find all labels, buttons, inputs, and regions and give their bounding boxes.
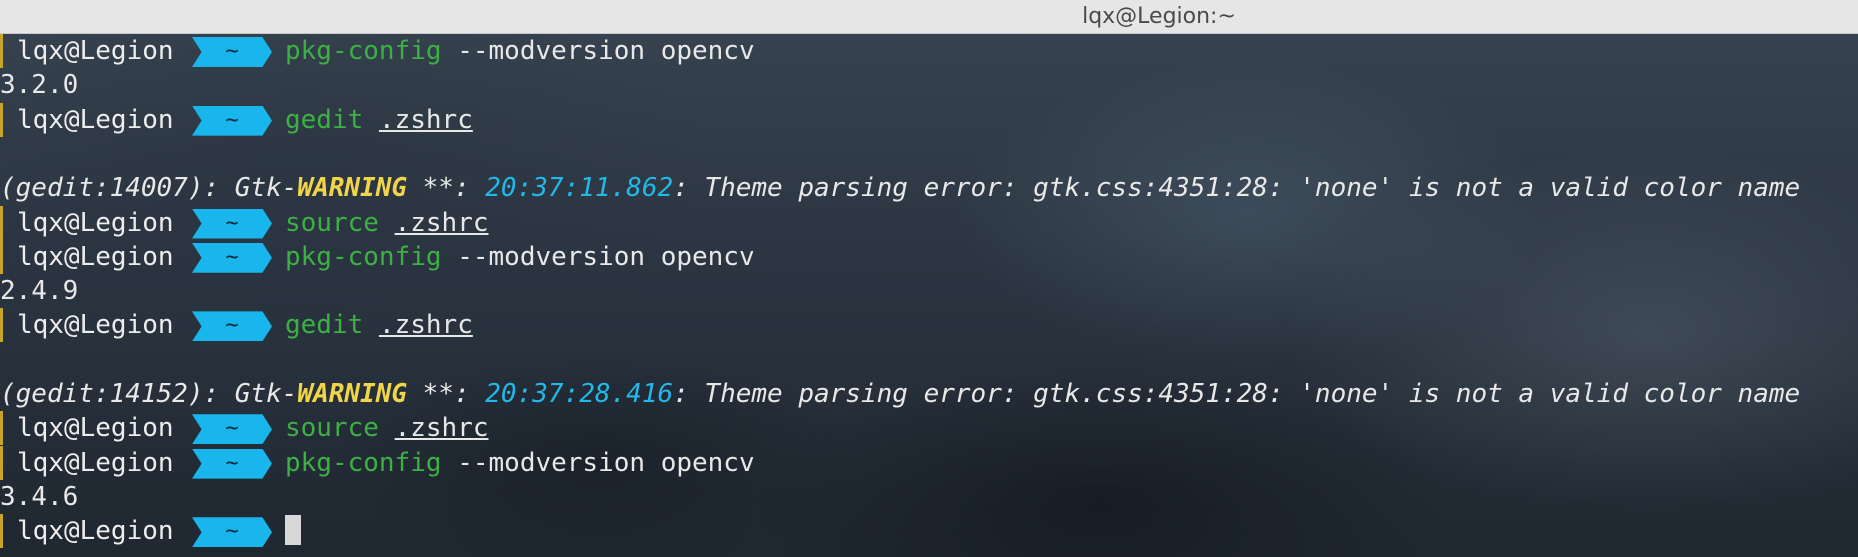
- warning-level: WARNING: [297, 173, 407, 204]
- command-arg: .zshrc: [394, 207, 489, 238]
- prompt-dir-segment: ~: [192, 311, 272, 342]
- prompt-user: lqx@Legion: [0, 239, 174, 274]
- output-text: 3.4.6: [0, 481, 79, 512]
- output-line: 3.2.0: [0, 68, 1858, 102]
- warning-prefix: (gedit:14152): Gtk-: [0, 379, 298, 409]
- terminal-window: lqx@Legion:~ lqx@Legion ~ pkg-config --mod…: [0, 0, 1858, 557]
- prompt-dir-segment: ~: [192, 517, 272, 548]
- prompt-line: lqx@Legion ~ gedit .zshrc: [0, 102, 1858, 137]
- prompt-line: lqx@Legion ~ pkg-config --modversion openc…: [0, 445, 1858, 480]
- command: [285, 514, 301, 548]
- command-arg: .zshrc: [394, 413, 489, 444]
- prompt-line: lqx@Legion ~: [0, 514, 1858, 549]
- command: source .zshrc: [285, 411, 489, 445]
- warning-line: (gedit:14007): Gtk-WARNING **: 20:37:11.…: [0, 171, 1858, 205]
- prompt-dir-segment: ~: [192, 37, 272, 67]
- command-name: gedit: [285, 104, 364, 135]
- command-name: pkg-config: [285, 36, 442, 66]
- output-line: 2.4.9: [0, 274, 1858, 308]
- prompt-dir-segment: ~: [192, 208, 272, 239]
- output-text: 3.2.0: [0, 70, 79, 101]
- prompt-user: lqx@Legion: [0, 102, 174, 137]
- window-title: lqx@Legion:~: [1082, 4, 1236, 29]
- title-bar[interactable]: lqx@Legion:~: [0, 0, 1858, 34]
- command-name: pkg-config: [285, 447, 442, 478]
- prompt-line: lqx@Legion ~ gedit .zshrc: [0, 308, 1858, 343]
- terminal-output[interactable]: lqx@Legion ~ pkg-config --modversion openc…: [0, 34, 1858, 557]
- command: pkg-config --modversion opencv: [285, 240, 755, 274]
- command: source .zshrc: [285, 206, 489, 240]
- prompt-user: lqx@Legion: [0, 411, 174, 446]
- prompt-user: lqx@Legion: [0, 205, 174, 240]
- command: gedit .zshrc: [285, 103, 473, 137]
- warning-message: : Theme parsing error: gtk.css:4351:28: …: [673, 173, 1801, 204]
- output-text: 2.4.9: [0, 276, 79, 307]
- prompt-line: lqx@Legion ~ source .zshrc: [0, 205, 1858, 240]
- command-name: gedit: [285, 310, 364, 341]
- prompt-dir-segment: ~: [192, 414, 272, 445]
- prompt-dir-segment: ~: [192, 242, 272, 273]
- command-arg: --modversion opencv: [457, 36, 755, 66]
- command-arg: .zshrc: [378, 310, 473, 341]
- warning-message: : Theme parsing error: gtk.css:4351:28: …: [673, 379, 1801, 409]
- text-cursor[interactable]: [285, 514, 301, 545]
- warning-line: (gedit:14152): Gtk-WARNING **: 20:37:28.…: [0, 377, 1858, 411]
- warning-prefix: (gedit:14007): Gtk-: [0, 173, 298, 204]
- prompt-line: lqx@Legion ~ source .zshrc: [0, 411, 1858, 446]
- warning-time: 20:37:11.862: [485, 173, 674, 204]
- command-arg: --modversion opencv: [457, 447, 755, 478]
- prompt-line: lqx@Legion ~ pkg-config --modversion openc…: [0, 34, 1858, 68]
- prompt-user: lqx@Legion: [0, 514, 174, 549]
- prompt-dir-segment: ~: [192, 105, 272, 136]
- prompt-user: lqx@Legion: [0, 445, 174, 480]
- warning-level: WARNING: [297, 379, 407, 409]
- command-arg: --modversion opencv: [457, 241, 755, 272]
- command: pkg-config --modversion opencv: [285, 34, 755, 68]
- prompt-user: lqx@Legion: [0, 308, 174, 343]
- prompt-dir-segment: ~: [192, 448, 272, 479]
- command-name: source: [285, 413, 379, 444]
- prompt-line: lqx@Legion ~ pkg-config --modversion openc…: [0, 239, 1858, 274]
- command-name: pkg-config: [285, 241, 442, 272]
- command: pkg-config --modversion opencv: [285, 446, 755, 480]
- output-line: 3.4.6: [0, 480, 1858, 514]
- command-name: source: [285, 207, 379, 238]
- command-arg: .zshrc: [378, 104, 473, 135]
- warning-sep: **:: [407, 379, 486, 409]
- command: gedit .zshrc: [285, 308, 473, 342]
- prompt-user: lqx@Legion: [0, 34, 174, 68]
- warning-time: 20:37:28.416: [485, 379, 674, 409]
- warning-sep: **:: [407, 173, 486, 204]
